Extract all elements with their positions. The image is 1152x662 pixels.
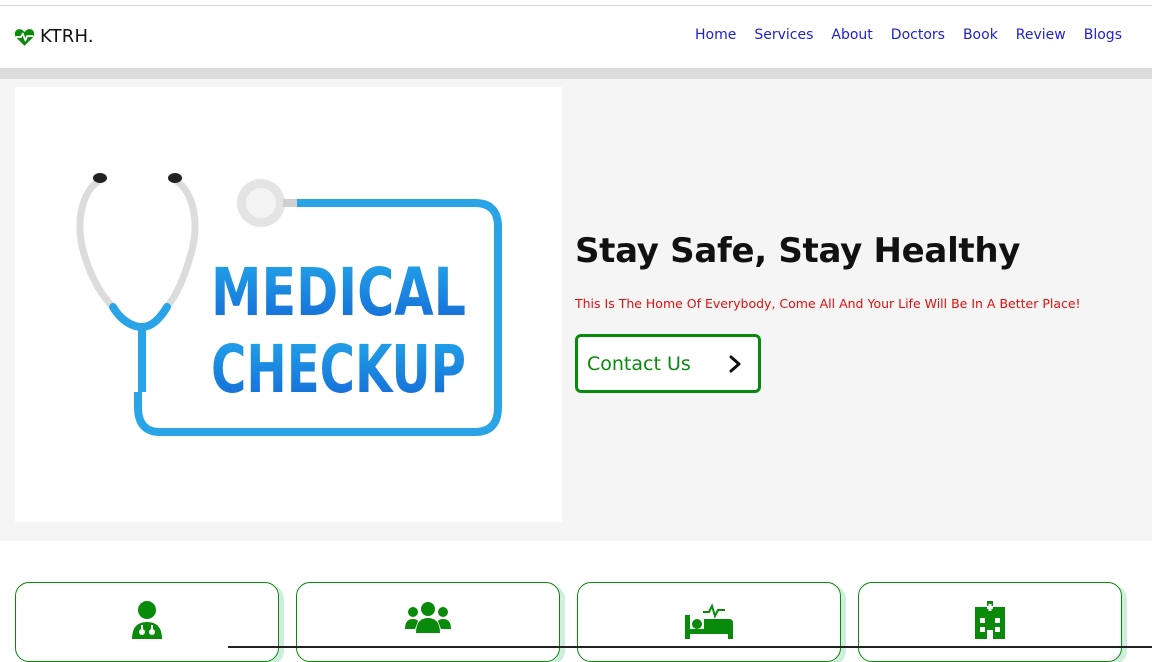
header-divider: [0, 68, 1152, 79]
user-doctor-icon: [132, 601, 162, 639]
contact-us-button[interactable]: Contact Us: [575, 334, 761, 393]
image-text-checkup: CHECKUP: [211, 331, 466, 408]
hero-title: Stay Safe, Stay Healthy: [575, 231, 1021, 271]
service-card[interactable]: [296, 582, 560, 662]
hospital-bed-icon: [685, 603, 733, 639]
service-card[interactable]: [577, 582, 841, 662]
site-header: KTRH. Home Services About Doctors Book R…: [0, 6, 1152, 68]
image-text-medical: MEDICAL: [211, 254, 466, 331]
nav-book[interactable]: Book: [963, 27, 998, 43]
hospital-building-icon: [975, 601, 1005, 639]
main-nav: Home Services About Doctors Book Review …: [695, 27, 1122, 43]
service-card[interactable]: [15, 582, 279, 662]
contact-us-label: Contact Us: [587, 352, 691, 375]
hero-section: MEDICAL CHECKUP Stay Safe, Stay Healthy …: [0, 79, 1152, 541]
nav-services[interactable]: Services: [754, 27, 813, 43]
users-icon: [405, 602, 451, 633]
nav-review[interactable]: Review: [1016, 27, 1066, 43]
services-cards: [0, 582, 1152, 662]
nav-doctors[interactable]: Doctors: [891, 27, 945, 43]
stethoscope-illustration: MEDICAL CHECKUP: [76, 173, 502, 436]
heartbeat-icon: [14, 28, 35, 46]
brand-name: KTRH.: [40, 26, 94, 47]
nav-home[interactable]: Home: [695, 27, 736, 43]
service-card[interactable]: [858, 582, 1122, 662]
nav-blogs[interactable]: Blogs: [1084, 27, 1122, 43]
chevron-right-icon: [721, 348, 749, 379]
medical-checkup-image: MEDICAL CHECKUP: [15, 87, 562, 522]
hero-subtitle: This Is The Home Of Everybody, Come All …: [575, 296, 1081, 311]
nav-about[interactable]: About: [831, 27, 872, 43]
brand-logo[interactable]: KTRH.: [14, 26, 94, 47]
